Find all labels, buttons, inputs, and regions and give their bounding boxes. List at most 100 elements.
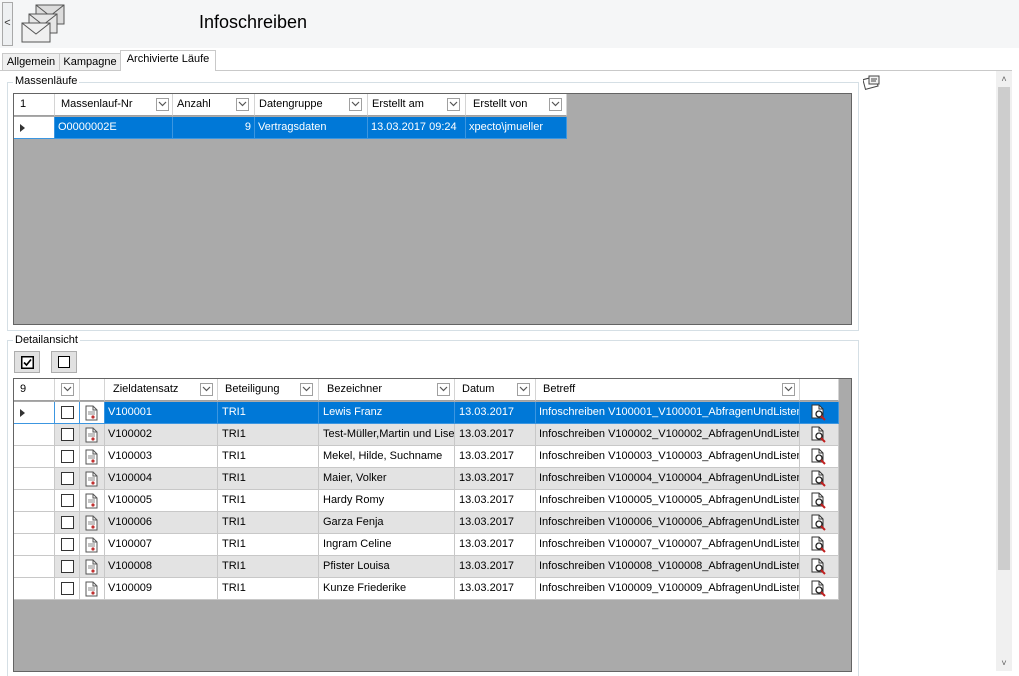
cell-anzahl[interactable]: 9 (173, 117, 255, 139)
table-row[interactable]: V100006 TRI1 Garza Fenja 13.03.2017 Info… (14, 512, 839, 534)
tab-kampagne[interactable]: Kampagne (59, 53, 121, 70)
column-header-zieldatensatz[interactable]: Zieldatensatz (105, 379, 218, 401)
row-checkbox-cell[interactable] (55, 468, 80, 490)
cell-zieldatensatz[interactable]: V100009 (105, 578, 218, 600)
row-header[interactable] (14, 578, 55, 600)
row-header[interactable] (14, 512, 55, 534)
cell-bezeichner[interactable]: Kunze Friederike (319, 578, 455, 600)
row-checkbox[interactable] (61, 428, 74, 441)
tab-archivierte-laeufe[interactable]: Archivierte Läufe (120, 50, 216, 71)
column-header-massenlauf-nr[interactable]: Massenlauf-Nr (55, 94, 173, 116)
column-header-betreff[interactable]: Betreff (536, 379, 800, 401)
cell-zieldatensatz[interactable]: V100002 (105, 424, 218, 446)
cell-beteiligung[interactable]: TRI1 (218, 490, 319, 512)
column-header-bezeichner[interactable]: Bezeichner (319, 379, 455, 401)
cell-zieldatensatz[interactable]: V100003 (105, 446, 218, 468)
document-view-icon[interactable] (811, 514, 827, 531)
massenlaeufe-grid[interactable]: 1 Massenlauf-Nr Anzahl Datengruppe Erste… (13, 93, 852, 325)
table-row[interactable]: V100002 TRI1 Test-Müller,Martin und Lise… (14, 424, 839, 446)
filter-dropdown-icon[interactable] (447, 98, 460, 111)
action-cell[interactable] (800, 490, 839, 512)
filter-dropdown-icon[interactable] (782, 383, 795, 396)
column-header-erstellt-von[interactable]: Erstellt von (466, 94, 567, 116)
cell-beteiligung[interactable]: TRI1 (218, 468, 319, 490)
cell-zieldatensatz[interactable]: V100007 (105, 534, 218, 556)
scroll-up-icon[interactable]: ˄ (996, 71, 1012, 87)
cell-betreff[interactable]: Infoschreiben V100002_V100002_AbfragenUn… (536, 424, 800, 446)
cell-betreff[interactable]: Infoschreiben V100004_V100004_AbfragenUn… (536, 468, 800, 490)
row-checkbox[interactable] (61, 472, 74, 485)
cell-zieldatensatz[interactable]: V100006 (105, 512, 218, 534)
filter-dropdown-icon[interactable] (517, 383, 530, 396)
column-header-datum[interactable]: Datum (455, 379, 536, 401)
table-row[interactable]: V100009 TRI1 Kunze Friederike 13.03.2017… (14, 578, 839, 600)
scroll-thumb[interactable] (998, 87, 1010, 570)
row-checkbox[interactable] (61, 560, 74, 573)
row-checkbox-cell[interactable] (55, 578, 80, 600)
row-checkbox-cell[interactable] (55, 446, 80, 468)
table-row[interactable]: V100008 TRI1 Pfister Louisa 13.03.2017 I… (14, 556, 839, 578)
row-checkbox-cell[interactable] (55, 556, 80, 578)
table-row[interactable]: V100005 TRI1 Hardy Romy 13.03.2017 Infos… (14, 490, 839, 512)
table-row[interactable]: O0000002E 9 Vertragsdaten 13.03.2017 09:… (14, 117, 567, 139)
column-header-anzahl[interactable]: Anzahl (173, 94, 255, 116)
cell-bezeichner[interactable]: Hardy Romy (319, 490, 455, 512)
document-view-icon[interactable] (811, 470, 827, 487)
action-cell[interactable] (800, 534, 839, 556)
row-header[interactable] (14, 468, 55, 490)
cell-datengruppe[interactable]: Vertragsdaten (255, 117, 368, 139)
table-row[interactable]: V100007 TRI1 Ingram Celine 13.03.2017 In… (14, 534, 839, 556)
row-header[interactable] (14, 402, 55, 424)
document-view-icon[interactable] (811, 492, 827, 509)
cell-beteiligung[interactable]: TRI1 (218, 402, 319, 424)
table-row[interactable]: V100004 TRI1 Maier, Volker 13.03.2017 In… (14, 468, 839, 490)
action-cell[interactable] (800, 446, 839, 468)
cell-datum[interactable]: 13.03.2017 (455, 446, 536, 468)
column-header-beteiligung[interactable]: Beteiligung (218, 379, 319, 401)
row-checkbox-cell[interactable] (55, 402, 80, 424)
filter-dropdown-icon[interactable] (200, 383, 213, 396)
row-header[interactable] (14, 490, 55, 512)
deselect-all-button[interactable] (51, 351, 77, 373)
select-all-button[interactable] (14, 351, 40, 373)
cell-datum[interactable]: 13.03.2017 (455, 402, 536, 424)
row-header[interactable] (14, 117, 55, 139)
filter-dropdown-icon[interactable] (349, 98, 362, 111)
cell-betreff[interactable]: Infoschreiben V100001_V100001_AbfragenUn… (536, 402, 800, 424)
document-view-icon[interactable] (811, 426, 827, 443)
cell-betreff[interactable]: Infoschreiben V100008_V100008_AbfragenUn… (536, 556, 800, 578)
cell-beteiligung[interactable]: TRI1 (218, 534, 319, 556)
document-view-icon[interactable] (811, 558, 827, 575)
row-header[interactable] (14, 424, 55, 446)
cell-datum[interactable]: 13.03.2017 (455, 512, 536, 534)
row-checkbox-cell[interactable] (55, 490, 80, 512)
cell-betreff[interactable]: Infoschreiben V100007_V100007_AbfragenUn… (536, 534, 800, 556)
cell-beteiligung[interactable]: TRI1 (218, 446, 319, 468)
cell-bezeichner[interactable]: Pfister Louisa (319, 556, 455, 578)
cell-betreff[interactable]: Infoschreiben V100009_V100009_AbfragenUn… (536, 578, 800, 600)
document-view-icon[interactable] (811, 404, 827, 421)
row-checkbox[interactable] (61, 450, 74, 463)
cell-bezeichner[interactable]: Ingram Celine (319, 534, 455, 556)
cell-zieldatensatz[interactable]: V100004 (105, 468, 218, 490)
row-checkbox-cell[interactable] (55, 512, 80, 534)
detail-grid[interactable]: 9 Zieldatensatz Beteiligung Bezeichner D… (13, 378, 852, 672)
row-checkbox-cell[interactable] (55, 534, 80, 556)
filter-dropdown-icon[interactable] (156, 98, 169, 111)
tab-allgemein[interactable]: Allgemein (2, 53, 60, 70)
cell-beteiligung[interactable]: TRI1 (218, 578, 319, 600)
action-cell[interactable] (800, 578, 839, 600)
cell-zieldatensatz[interactable]: V100008 (105, 556, 218, 578)
action-cell[interactable] (800, 556, 839, 578)
cell-betreff[interactable]: Infoschreiben V100005_V100005_AbfragenUn… (536, 490, 800, 512)
action-cell[interactable] (800, 512, 839, 534)
table-row[interactable]: V100003 TRI1 Mekel, Hilde, Suchname 13.0… (14, 446, 839, 468)
table-row[interactable]: V100001 TRI1 Lewis Franz 13.03.2017 Info… (14, 402, 839, 424)
cell-betreff[interactable]: Infoschreiben V100006_V100006_AbfragenUn… (536, 512, 800, 534)
cell-datum[interactable]: 13.03.2017 (455, 578, 536, 600)
cell-bezeichner[interactable]: Mekel, Hilde, Suchname (319, 446, 455, 468)
filter-dropdown-icon[interactable] (437, 383, 450, 396)
filter-dropdown-icon[interactable] (549, 98, 562, 111)
cell-datum[interactable]: 13.03.2017 (455, 490, 536, 512)
cell-bezeichner[interactable]: Test-Müller,Martin und Lise (319, 424, 455, 446)
